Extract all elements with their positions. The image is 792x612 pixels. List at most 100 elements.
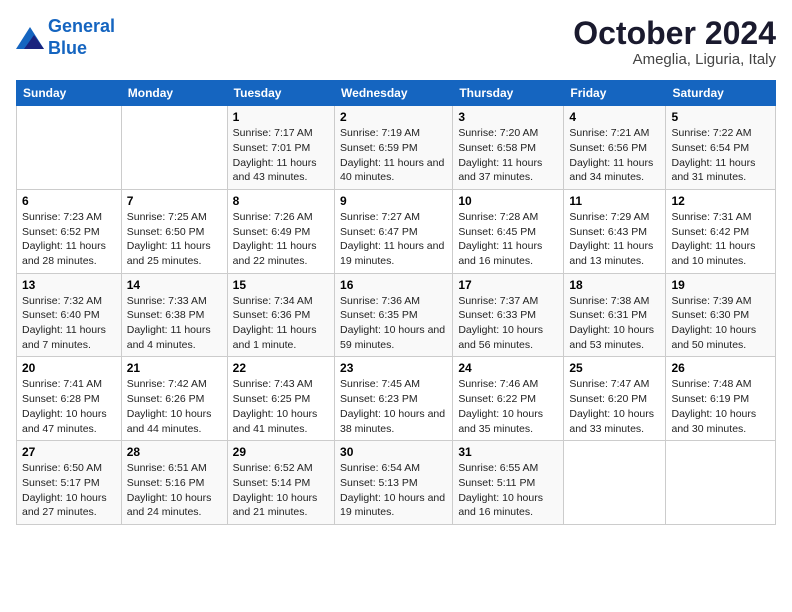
calendar-cell: 19 Sunrise: 7:39 AM Sunset: 6:30 PM Dayl… — [666, 273, 776, 357]
day-detail: Sunrise: 7:25 AM Sunset: 6:50 PM Dayligh… — [127, 210, 222, 269]
calendar-cell: 25 Sunrise: 7:47 AM Sunset: 6:20 PM Dayl… — [564, 357, 666, 441]
day-detail: Sunrise: 7:43 AM Sunset: 6:25 PM Dayligh… — [233, 377, 329, 436]
day-detail: Sunrise: 7:21 AM Sunset: 6:56 PM Dayligh… — [569, 126, 660, 185]
day-detail: Sunrise: 7:45 AM Sunset: 6:23 PM Dayligh… — [340, 377, 447, 436]
day-detail: Sunrise: 7:23 AM Sunset: 6:52 PM Dayligh… — [22, 210, 116, 269]
day-number: 27 — [22, 445, 116, 459]
weekday-header-sunday: Sunday — [17, 81, 122, 106]
day-detail: Sunrise: 7:42 AM Sunset: 6:26 PM Dayligh… — [127, 377, 222, 436]
day-detail: Sunrise: 6:55 AM Sunset: 5:11 PM Dayligh… — [458, 461, 558, 520]
month-title: October 2024 — [573, 16, 776, 51]
day-number: 7 — [127, 194, 222, 208]
day-number: 19 — [671, 278, 770, 292]
day-number: 20 — [22, 361, 116, 375]
day-number: 24 — [458, 361, 558, 375]
day-number: 12 — [671, 194, 770, 208]
day-detail: Sunrise: 7:22 AM Sunset: 6:54 PM Dayligh… — [671, 126, 770, 185]
day-number: 5 — [671, 110, 770, 124]
day-number: 2 — [340, 110, 447, 124]
logo: General Blue — [16, 16, 115, 59]
day-detail: Sunrise: 7:20 AM Sunset: 6:58 PM Dayligh… — [458, 126, 558, 185]
calendar-cell: 14 Sunrise: 7:33 AM Sunset: 6:38 PM Dayl… — [121, 273, 227, 357]
calendar-cell: 1 Sunrise: 7:17 AM Sunset: 7:01 PM Dayli… — [227, 106, 334, 190]
day-detail: Sunrise: 7:48 AM Sunset: 6:19 PM Dayligh… — [671, 377, 770, 436]
day-number: 11 — [569, 194, 660, 208]
day-detail: Sunrise: 6:52 AM Sunset: 5:14 PM Dayligh… — [233, 461, 329, 520]
day-number: 31 — [458, 445, 558, 459]
calendar-cell: 10 Sunrise: 7:28 AM Sunset: 6:45 PM Dayl… — [453, 189, 564, 273]
day-detail: Sunrise: 7:47 AM Sunset: 6:20 PM Dayligh… — [569, 377, 660, 436]
calendar-table: SundayMondayTuesdayWednesdayThursdayFrid… — [16, 80, 776, 525]
day-number: 14 — [127, 278, 222, 292]
day-detail: Sunrise: 6:54 AM Sunset: 5:13 PM Dayligh… — [340, 461, 447, 520]
day-number: 15 — [233, 278, 329, 292]
day-detail: Sunrise: 6:50 AM Sunset: 5:17 PM Dayligh… — [22, 461, 116, 520]
calendar-header: SundayMondayTuesdayWednesdayThursdayFrid… — [17, 81, 776, 106]
day-number: 6 — [22, 194, 116, 208]
day-detail: Sunrise: 7:41 AM Sunset: 6:28 PM Dayligh… — [22, 377, 116, 436]
day-detail: Sunrise: 7:28 AM Sunset: 6:45 PM Dayligh… — [458, 210, 558, 269]
day-number: 25 — [569, 361, 660, 375]
day-detail: Sunrise: 7:34 AM Sunset: 6:36 PM Dayligh… — [233, 294, 329, 353]
logo-icon — [16, 27, 44, 49]
day-detail: Sunrise: 7:46 AM Sunset: 6:22 PM Dayligh… — [458, 377, 558, 436]
day-number: 18 — [569, 278, 660, 292]
day-detail: Sunrise: 7:39 AM Sunset: 6:30 PM Dayligh… — [671, 294, 770, 353]
calendar-week-1: 1 Sunrise: 7:17 AM Sunset: 7:01 PM Dayli… — [17, 106, 776, 190]
calendar-cell — [666, 441, 776, 525]
day-detail: Sunrise: 7:27 AM Sunset: 6:47 PM Dayligh… — [340, 210, 447, 269]
calendar-week-4: 20 Sunrise: 7:41 AM Sunset: 6:28 PM Dayl… — [17, 357, 776, 441]
calendar-cell — [17, 106, 122, 190]
calendar-cell — [121, 106, 227, 190]
page-header: General Blue October 2024 Ameglia, Ligur… — [16, 16, 776, 68]
weekday-header-friday: Friday — [564, 81, 666, 106]
calendar-cell: 16 Sunrise: 7:36 AM Sunset: 6:35 PM Dayl… — [335, 273, 453, 357]
calendar-cell: 13 Sunrise: 7:32 AM Sunset: 6:40 PM Dayl… — [17, 273, 122, 357]
calendar-cell: 6 Sunrise: 7:23 AM Sunset: 6:52 PM Dayli… — [17, 189, 122, 273]
day-number: 13 — [22, 278, 116, 292]
day-number: 3 — [458, 110, 558, 124]
calendar-week-5: 27 Sunrise: 6:50 AM Sunset: 5:17 PM Dayl… — [17, 441, 776, 525]
calendar-cell: 17 Sunrise: 7:37 AM Sunset: 6:33 PM Dayl… — [453, 273, 564, 357]
calendar-cell: 26 Sunrise: 7:48 AM Sunset: 6:19 PM Dayl… — [666, 357, 776, 441]
day-number: 30 — [340, 445, 447, 459]
calendar-body: 1 Sunrise: 7:17 AM Sunset: 7:01 PM Dayli… — [17, 106, 776, 525]
calendar-cell: 2 Sunrise: 7:19 AM Sunset: 6:59 PM Dayli… — [335, 106, 453, 190]
title-block: October 2024 Ameglia, Liguria, Italy — [573, 16, 776, 68]
day-detail: Sunrise: 7:32 AM Sunset: 6:40 PM Dayligh… — [22, 294, 116, 353]
day-detail: Sunrise: 7:26 AM Sunset: 6:49 PM Dayligh… — [233, 210, 329, 269]
day-detail: Sunrise: 7:17 AM Sunset: 7:01 PM Dayligh… — [233, 126, 329, 185]
day-number: 17 — [458, 278, 558, 292]
weekday-header-thursday: Thursday — [453, 81, 564, 106]
calendar-cell: 31 Sunrise: 6:55 AM Sunset: 5:11 PM Dayl… — [453, 441, 564, 525]
calendar-cell: 21 Sunrise: 7:42 AM Sunset: 6:26 PM Dayl… — [121, 357, 227, 441]
calendar-cell — [564, 441, 666, 525]
day-number: 8 — [233, 194, 329, 208]
calendar-cell: 27 Sunrise: 6:50 AM Sunset: 5:17 PM Dayl… — [17, 441, 122, 525]
day-number: 1 — [233, 110, 329, 124]
calendar-cell: 18 Sunrise: 7:38 AM Sunset: 6:31 PM Dayl… — [564, 273, 666, 357]
calendar-cell: 24 Sunrise: 7:46 AM Sunset: 6:22 PM Dayl… — [453, 357, 564, 441]
calendar-cell: 20 Sunrise: 7:41 AM Sunset: 6:28 PM Dayl… — [17, 357, 122, 441]
day-number: 10 — [458, 194, 558, 208]
calendar-cell: 22 Sunrise: 7:43 AM Sunset: 6:25 PM Dayl… — [227, 357, 334, 441]
day-detail: Sunrise: 6:51 AM Sunset: 5:16 PM Dayligh… — [127, 461, 222, 520]
calendar-cell: 5 Sunrise: 7:22 AM Sunset: 6:54 PM Dayli… — [666, 106, 776, 190]
day-number: 29 — [233, 445, 329, 459]
logo-text: General Blue — [48, 16, 115, 59]
day-number: 16 — [340, 278, 447, 292]
day-number: 26 — [671, 361, 770, 375]
day-detail: Sunrise: 7:19 AM Sunset: 6:59 PM Dayligh… — [340, 126, 447, 185]
calendar-cell: 29 Sunrise: 6:52 AM Sunset: 5:14 PM Dayl… — [227, 441, 334, 525]
weekday-header-tuesday: Tuesday — [227, 81, 334, 106]
calendar-cell: 11 Sunrise: 7:29 AM Sunset: 6:43 PM Dayl… — [564, 189, 666, 273]
day-number: 22 — [233, 361, 329, 375]
day-number: 23 — [340, 361, 447, 375]
calendar-cell: 23 Sunrise: 7:45 AM Sunset: 6:23 PM Dayl… — [335, 357, 453, 441]
day-number: 28 — [127, 445, 222, 459]
weekday-header-saturday: Saturday — [666, 81, 776, 106]
day-detail: Sunrise: 7:37 AM Sunset: 6:33 PM Dayligh… — [458, 294, 558, 353]
calendar-week-3: 13 Sunrise: 7:32 AM Sunset: 6:40 PM Dayl… — [17, 273, 776, 357]
location: Ameglia, Liguria, Italy — [573, 51, 776, 68]
day-detail: Sunrise: 7:33 AM Sunset: 6:38 PM Dayligh… — [127, 294, 222, 353]
